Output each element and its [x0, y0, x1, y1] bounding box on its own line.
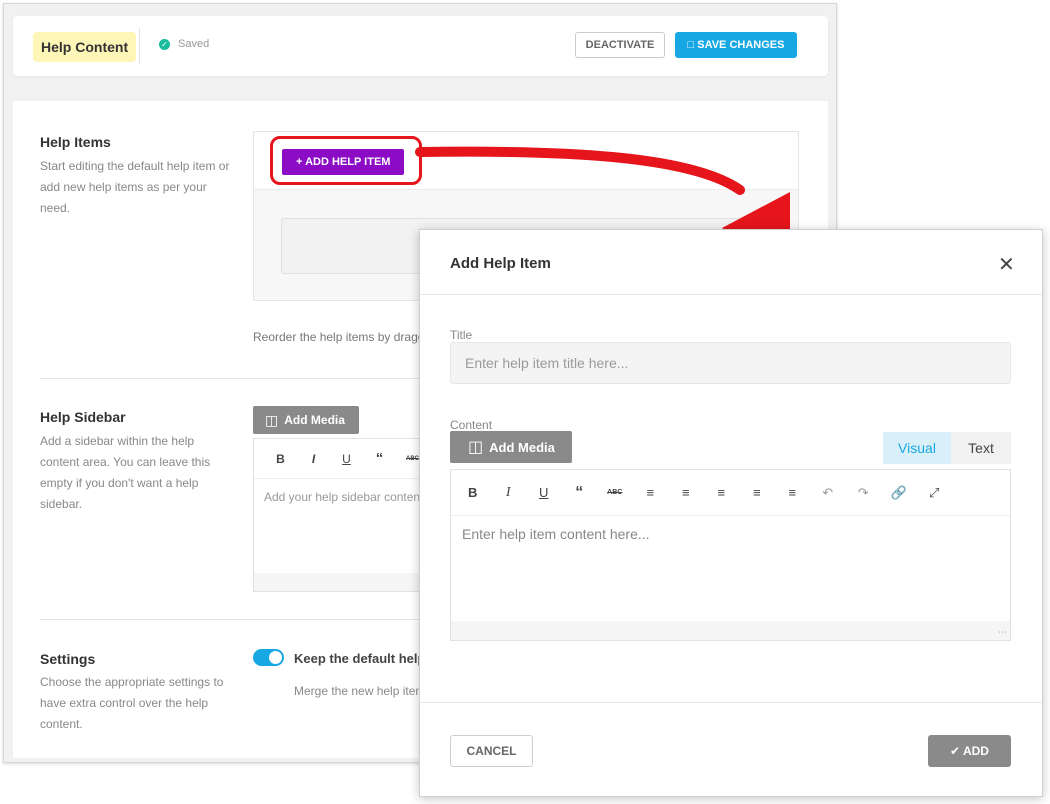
numbered-list-icon[interactable]: ≡	[668, 485, 704, 500]
add-button[interactable]: ✔ ADD	[928, 735, 1011, 767]
link-icon[interactable]: 🔗	[881, 485, 917, 501]
cancel-button[interactable]: CANCEL	[450, 735, 533, 767]
content-editor-toolbar: B I U “ ABC ≡ ≡ ≡ ≡ ≡ ↶ ↷ 🔗 ⤢	[451, 470, 1010, 516]
content-editor-placeholder[interactable]: Enter help item content here...	[462, 526, 650, 542]
strikethrough-icon[interactable]: ABC	[597, 489, 633, 496]
bold-icon[interactable]: B	[455, 485, 491, 500]
settings-description: Choose the appropriate settings to have …	[40, 675, 224, 731]
add-media-label: Add Media	[489, 439, 555, 455]
reorder-hint: Reorder the help items by draggi	[253, 330, 428, 344]
tab-visual[interactable]: Visual	[883, 432, 951, 464]
redo-icon[interactable]: ↷	[846, 485, 882, 501]
sidebar-add-media-button[interactable]: ◫ Add Media	[253, 406, 359, 434]
italic-icon[interactable]: I	[297, 452, 330, 466]
fullscreen-icon[interactable]: ⤢	[917, 485, 953, 501]
red-highlight-outline	[270, 136, 422, 185]
help-sidebar-description: Add a sidebar within the help content ar…	[40, 434, 211, 511]
resize-grip-icon[interactable]: ⋯	[998, 628, 1007, 637]
undo-icon[interactable]: ↶	[810, 485, 846, 501]
blockquote-icon[interactable]: “	[363, 450, 396, 467]
underline-icon[interactable]: U	[330, 452, 363, 466]
saved-label: Saved	[178, 38, 210, 50]
title-field-label: Title	[450, 328, 473, 342]
add-button-label: ADD	[962, 744, 989, 758]
media-icon: ◫	[468, 439, 484, 456]
close-icon[interactable]: ✕	[998, 255, 1015, 275]
deactivate-button[interactable]: DEACTIVATE	[575, 32, 665, 58]
bold-icon[interactable]: B	[264, 452, 297, 466]
blockquote-icon[interactable]: “	[562, 484, 598, 502]
save-changes-button[interactable]: □ SAVE CHANGES	[675, 32, 797, 58]
help-items-list-header: + ADD HELP ITEM	[254, 132, 798, 190]
add-media-button[interactable]: ◫ Add Media	[450, 431, 572, 463]
sidebar-editor-placeholder[interactable]: Add your help sidebar conten	[264, 490, 420, 504]
help-items-title: Help Items	[40, 134, 111, 150]
align-center-icon[interactable]: ≡	[739, 485, 775, 500]
header-divider	[139, 28, 140, 64]
bullet-list-icon[interactable]: ≡	[633, 485, 669, 500]
settings-title: Settings	[40, 651, 96, 667]
header-bar: Help Content ✓ Saved DEACTIVATE □ SAVE C…	[13, 16, 828, 76]
align-right-icon[interactable]: ≡	[775, 485, 811, 500]
saved-status: ✓ Saved	[159, 38, 209, 50]
help-items-description: Start editing the default help item or a…	[40, 159, 230, 215]
check-circle-icon: ✓	[159, 38, 170, 50]
modal-footer-divider	[420, 702, 1042, 703]
help-sidebar-title: Help Sidebar	[40, 409, 126, 425]
keep-default-help-toggle[interactable]	[253, 649, 284, 666]
save-changes-label: SAVE CHANGES	[697, 39, 785, 51]
content-field-label: Content	[450, 418, 493, 432]
modal-title: Add Help Item	[450, 255, 551, 272]
tab-text[interactable]: Text	[951, 432, 1011, 464]
media-icon: ◫	[265, 411, 279, 428]
add-help-item-modal: Add Help Item ✕ Title Content ◫ Add Medi…	[419, 229, 1043, 797]
check-icon: ✔	[950, 744, 961, 758]
merge-help-description: Merge the new help item	[294, 684, 426, 698]
save-disk-icon: □	[687, 39, 695, 51]
content-editor-status-bar: ⋯	[451, 621, 1010, 640]
page-title: Help Content	[33, 32, 137, 62]
keep-default-help-label: Keep the default help	[294, 651, 426, 666]
italic-icon[interactable]: I	[491, 485, 527, 501]
content-editor: B I U “ ABC ≡ ≡ ≡ ≡ ≡ ↶ ↷ 🔗 ⤢ Enter help…	[450, 469, 1011, 641]
align-left-icon[interactable]: ≡	[704, 485, 740, 500]
title-input[interactable]	[450, 342, 1011, 384]
sidebar-add-media-label: Add Media	[284, 413, 345, 427]
modal-header-divider	[420, 294, 1042, 295]
underline-icon[interactable]: U	[526, 485, 562, 500]
